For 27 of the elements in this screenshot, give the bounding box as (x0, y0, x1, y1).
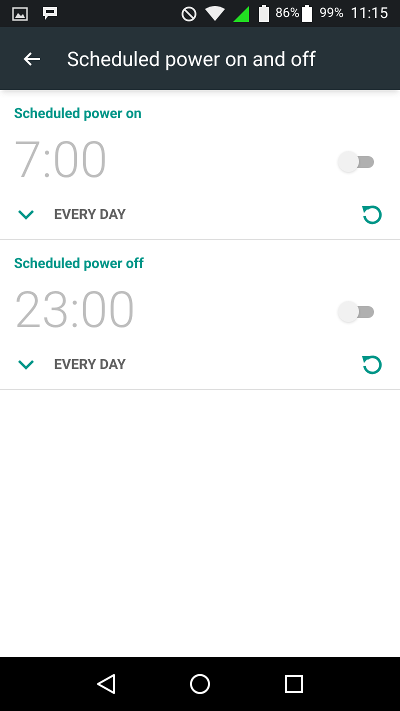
reset-icon[interactable] (360, 203, 384, 227)
battery-percent: 99% (320, 4, 344, 23)
chevron-down-icon[interactable] (18, 210, 34, 220)
toggle-switch[interactable] (338, 151, 376, 171)
battery-percent: 86% (275, 4, 300, 23)
section-title: Scheduled power off (14, 255, 145, 274)
wifi-icon (205, 6, 226, 21)
image-icon (12, 6, 28, 20)
toggle-switch[interactable] (338, 301, 376, 321)
time-display[interactable]: 7:00 (14, 136, 108, 186)
clock: 11:15 (350, 3, 388, 24)
time-display[interactable]: 23:00 (14, 286, 136, 336)
repeat-label: EVERY DAY (54, 206, 126, 224)
chevron-down-icon[interactable] (18, 360, 34, 370)
back-arrow-icon (23, 50, 41, 66)
battery-icon (259, 5, 270, 22)
home-icon[interactable] (188, 673, 211, 695)
recents-icon[interactable] (284, 674, 304, 694)
repeat-label: EVERY DAY (54, 356, 126, 374)
message-icon (42, 6, 58, 21)
back-icon[interactable] (96, 673, 116, 695)
signal-icon (233, 6, 250, 22)
battery-icon (302, 5, 312, 22)
reset-icon[interactable] (360, 353, 384, 377)
do-not-disturb-icon (181, 6, 198, 22)
screen-title: Scheduled power on and off (67, 46, 316, 72)
section-title: Scheduled power on (14, 105, 143, 124)
